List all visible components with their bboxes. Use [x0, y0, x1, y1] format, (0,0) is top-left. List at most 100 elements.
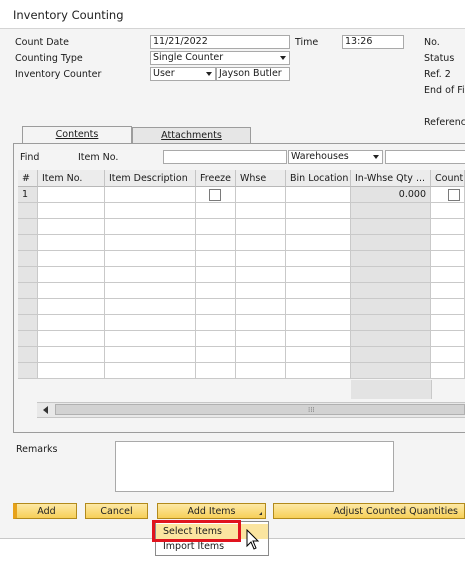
table-row[interactable] — [18, 363, 465, 379]
table-cell[interactable] — [351, 283, 431, 299]
bin-location-cell[interactable] — [286, 187, 351, 203]
table-cell[interactable] — [431, 235, 465, 251]
warehouses-dropdown[interactable]: Warehouses — [288, 150, 383, 164]
table-cell[interactable] — [196, 363, 236, 379]
table-cell[interactable] — [431, 347, 465, 363]
table-cell[interactable] — [18, 267, 38, 283]
table-cell[interactable] — [431, 331, 465, 347]
time-field[interactable]: 13:26 — [342, 35, 404, 49]
scroll-thumb[interactable]: ⁞⁞⁞ — [55, 404, 465, 415]
tab-contents[interactable]: Contents — [22, 126, 132, 144]
tab-attachments[interactable]: Attachments — [132, 127, 251, 144]
table-cell[interactable] — [236, 315, 286, 331]
table-cell[interactable] — [236, 235, 286, 251]
col-header-bin-location[interactable]: Bin Location — [286, 170, 351, 187]
table-cell[interactable] — [351, 315, 431, 331]
table-row[interactable] — [18, 203, 465, 219]
table-cell[interactable] — [351, 203, 431, 219]
table-cell[interactable] — [236, 299, 286, 315]
table-cell[interactable] — [236, 347, 286, 363]
table-cell[interactable] — [105, 267, 196, 283]
table-row[interactable] — [18, 283, 465, 299]
col-header-counted[interactable]: Count — [431, 170, 465, 187]
table-cell[interactable] — [286, 219, 351, 235]
table-cell[interactable] — [105, 283, 196, 299]
horizontal-scrollbar[interactable]: ⁞⁞⁞ — [37, 402, 465, 418]
table-cell[interactable] — [18, 299, 38, 315]
table-cell[interactable] — [431, 283, 465, 299]
table-cell[interactable] — [18, 251, 38, 267]
table-row[interactable] — [18, 331, 465, 347]
table-cell[interactable] — [196, 331, 236, 347]
item-description-cell[interactable] — [105, 187, 196, 203]
table-cell[interactable] — [196, 299, 236, 315]
table-cell[interactable] — [18, 203, 38, 219]
table-cell[interactable] — [351, 251, 431, 267]
table-cell[interactable] — [196, 251, 236, 267]
col-header-in-whse-qty[interactable]: In-Whse Qty ... — [351, 170, 431, 187]
table-cell[interactable] — [286, 267, 351, 283]
counter-name-field[interactable]: Jayson Butler — [216, 67, 290, 81]
adjust-counted-quantities-button[interactable]: Adjust Counted Quantities — [273, 503, 465, 519]
table-cell[interactable] — [286, 283, 351, 299]
table-row[interactable] — [18, 267, 465, 283]
table-cell[interactable] — [431, 363, 465, 379]
table-cell[interactable] — [431, 315, 465, 331]
add-button[interactable]: Add — [13, 503, 77, 519]
table-row[interactable] — [18, 251, 465, 267]
table-cell[interactable] — [18, 315, 38, 331]
table-cell[interactable] — [196, 219, 236, 235]
table-cell[interactable] — [38, 299, 105, 315]
table-cell[interactable] — [105, 203, 196, 219]
table-cell[interactable] — [236, 219, 286, 235]
remarks-textarea[interactable] — [115, 441, 394, 492]
table-cell[interactable] — [351, 363, 431, 379]
table-cell[interactable] — [105, 219, 196, 235]
table-cell[interactable] — [105, 315, 196, 331]
counter-type-dropdown[interactable]: User — [150, 67, 216, 81]
table-cell[interactable] — [236, 267, 286, 283]
table-cell[interactable] — [38, 347, 105, 363]
table-cell[interactable] — [236, 331, 286, 347]
col-header-item-description[interactable]: Item Description — [105, 170, 196, 187]
table-cell[interactable] — [196, 283, 236, 299]
table-cell[interactable] — [351, 267, 431, 283]
table-cell[interactable] — [286, 235, 351, 251]
table-cell[interactable] — [236, 363, 286, 379]
table-cell[interactable] — [431, 267, 465, 283]
table-cell[interactable] — [38, 283, 105, 299]
table-cell[interactable] — [431, 251, 465, 267]
cancel-button[interactable]: Cancel — [85, 503, 148, 519]
table-cell[interactable] — [18, 219, 38, 235]
table-cell[interactable] — [196, 315, 236, 331]
table-cell[interactable] — [431, 219, 465, 235]
counting-type-dropdown[interactable]: Single Counter — [150, 51, 290, 65]
table-cell[interactable] — [18, 331, 38, 347]
table-cell[interactable] — [351, 235, 431, 251]
table-cell[interactable] — [286, 299, 351, 315]
col-header-num[interactable]: # — [18, 170, 38, 187]
table-cell[interactable] — [236, 203, 286, 219]
table-cell[interactable] — [286, 203, 351, 219]
count-date-field[interactable]: 11/21/2022 — [150, 35, 290, 49]
table-cell[interactable] — [351, 347, 431, 363]
table-row[interactable] — [18, 235, 465, 251]
table-cell[interactable] — [431, 299, 465, 315]
table-cell[interactable] — [38, 267, 105, 283]
table-cell[interactable] — [38, 331, 105, 347]
find-extra-input[interactable] — [385, 150, 465, 164]
counted-checkbox[interactable] — [448, 189, 460, 201]
table-cell[interactable] — [351, 219, 431, 235]
table-row[interactable] — [18, 347, 465, 363]
table-row[interactable] — [18, 219, 465, 235]
table-cell[interactable] — [38, 203, 105, 219]
whse-cell[interactable] — [236, 187, 286, 203]
table-cell[interactable] — [105, 251, 196, 267]
table-cell[interactable] — [105, 235, 196, 251]
table-cell[interactable] — [18, 347, 38, 363]
table-cell[interactable] — [196, 347, 236, 363]
table-cell[interactable] — [351, 331, 431, 347]
table-cell[interactable] — [38, 219, 105, 235]
table-cell[interactable] — [38, 251, 105, 267]
col-header-item-no[interactable]: Item No. — [38, 170, 105, 187]
